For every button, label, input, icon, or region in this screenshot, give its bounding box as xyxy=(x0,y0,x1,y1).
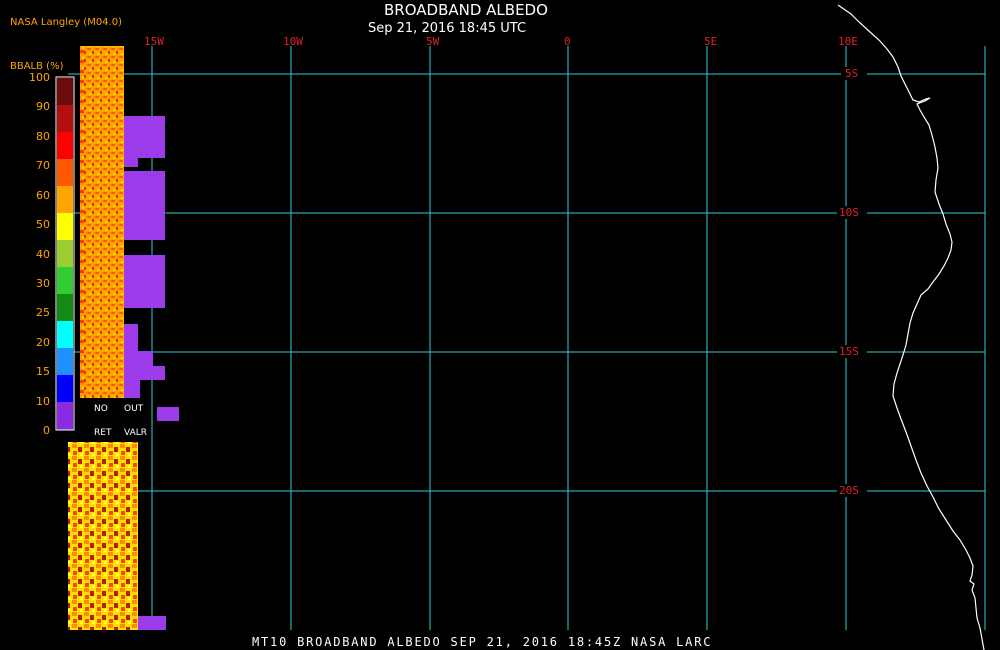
graticule xyxy=(68,46,986,630)
colorbar-swatches xyxy=(57,78,73,430)
no-retrieval-label-line2: RET xyxy=(94,428,112,438)
cb-tick-20: 20 xyxy=(36,336,50,349)
footer-caption: MT10 BROADBAND ALBEDO SEP 21, 2016 18:45… xyxy=(252,635,713,649)
map-title: BROADBAND ALBEDO xyxy=(384,1,548,19)
lon-label-5w: 5W xyxy=(426,35,440,48)
latitude-labels: 5S 10S 15S 20S xyxy=(837,67,867,497)
cb-tick-50: 50 xyxy=(36,218,50,231)
colorbar-swatch xyxy=(57,132,73,160)
swath-upper xyxy=(80,46,124,398)
colorbar-swatch xyxy=(57,267,73,295)
out-of-range-label-line2: VALR xyxy=(124,428,148,438)
cb-tick-100: 100 xyxy=(29,71,50,84)
lon-label-10w: 10W xyxy=(283,35,303,48)
colorbar-swatch xyxy=(57,186,73,214)
colorbar xyxy=(55,76,75,431)
colorbar-swatch xyxy=(57,348,73,376)
colorbar-swatch xyxy=(57,321,73,349)
cb-tick-0: 0 xyxy=(43,424,50,437)
map-timestamp: Sep 21, 2016 18:45 UTC xyxy=(368,21,527,36)
out-of-range-label-line1: OUT xyxy=(124,404,144,414)
swath-lower xyxy=(68,442,138,630)
lon-label-10e: 10E xyxy=(838,35,858,48)
producer-label: NASA Langley (M04.0) xyxy=(10,17,122,28)
no-retrieval-label-line1: NO xyxy=(94,404,108,414)
cb-tick-60: 60 xyxy=(36,189,50,202)
longitude-labels: 15W 10W 5W 0 5E 10E xyxy=(144,35,858,48)
colorbar-swatch xyxy=(57,294,73,322)
colorbar-swatch xyxy=(57,78,73,106)
coastline xyxy=(837,4,985,650)
cb-tick-10: 10 xyxy=(36,395,50,408)
lon-label-0: 0 xyxy=(564,35,571,48)
cb-tick-70: 70 xyxy=(36,159,50,172)
cb-tick-25: 25 xyxy=(36,306,50,319)
lat-label-5s: 5S xyxy=(845,67,858,80)
lon-label-15w: 15W xyxy=(144,35,164,48)
swath-upper-edge xyxy=(80,46,84,398)
cb-tick-40: 40 xyxy=(36,248,50,261)
lat-label-10s: 10S xyxy=(839,206,859,219)
colorbar-swatch xyxy=(57,159,73,187)
colorbar-swatch xyxy=(57,402,73,430)
colorbar-swatch xyxy=(57,105,73,133)
cb-tick-30: 30 xyxy=(36,277,50,290)
colorbar-swatch xyxy=(57,213,73,241)
albedo-map: 15W 10W 5W 0 5E 10E 5S 10S 15S 20S xyxy=(55,4,986,650)
colorbar-swatch xyxy=(57,375,73,403)
cb-tick-80: 80 xyxy=(36,130,50,143)
lat-label-20s: 20S xyxy=(839,484,859,497)
cb-tick-15: 15 xyxy=(36,365,50,378)
colorbar-swatch xyxy=(57,240,73,268)
lon-label-5e: 5E xyxy=(704,35,717,48)
lat-label-15s: 15S xyxy=(839,345,859,358)
cb-tick-90: 90 xyxy=(36,100,50,113)
